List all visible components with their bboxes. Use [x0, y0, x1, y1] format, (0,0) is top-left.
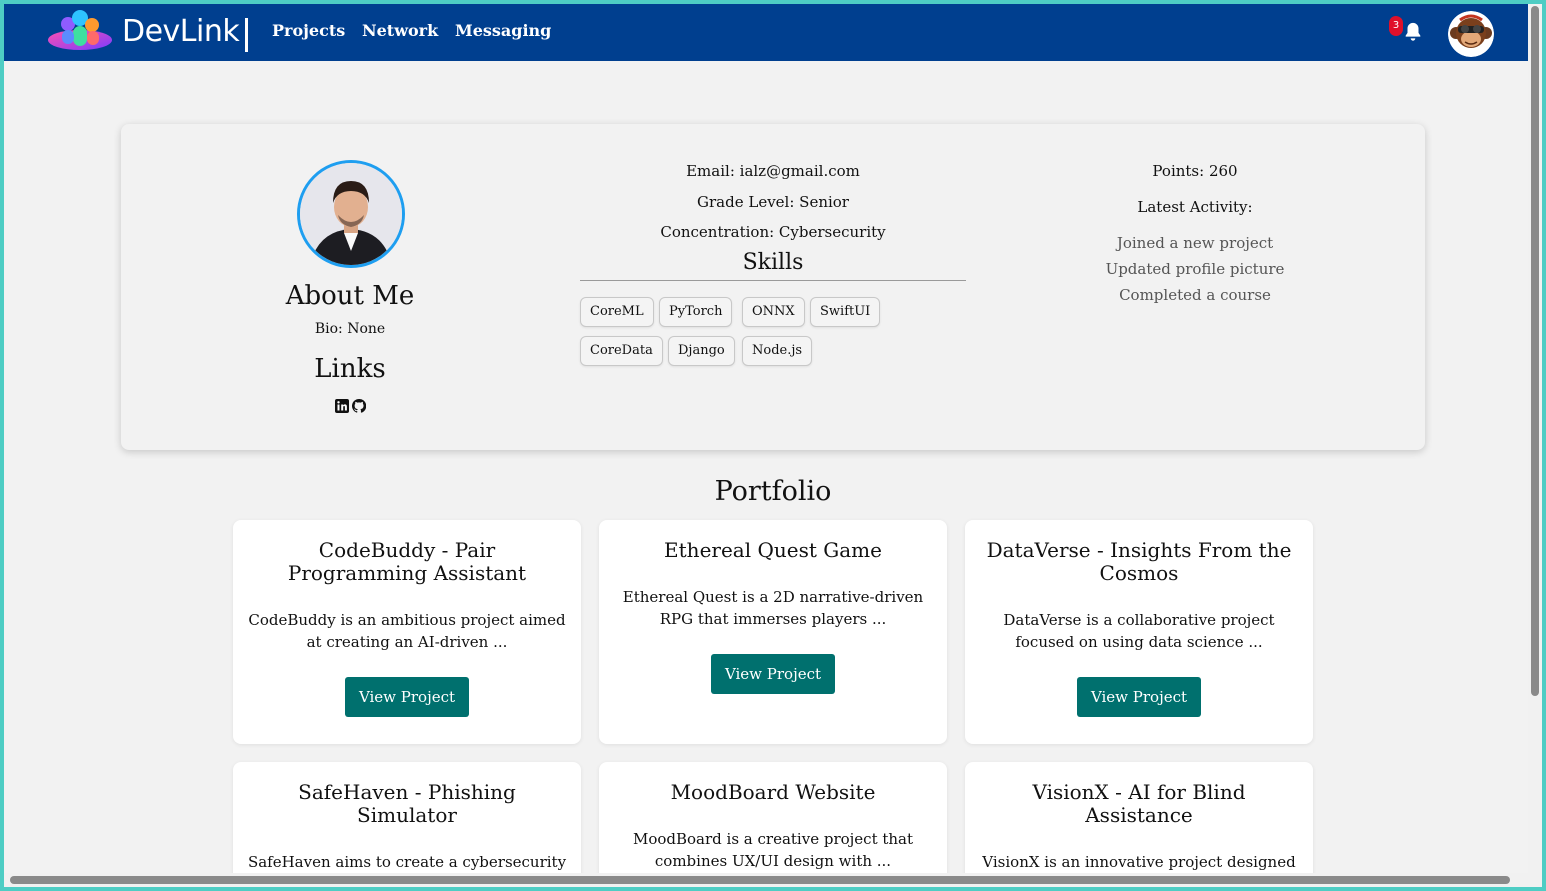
portfolio-heading: Portfolio: [714, 476, 832, 507]
project-card-moodboard: MoodBoard Website MoodBoard is a creativ…: [599, 762, 947, 882]
skills-divider: [580, 280, 966, 281]
concentration-text: Concentration: Cybersecurity: [660, 223, 886, 241]
project-description: DataVerse is a collaborative project foc…: [1003, 611, 1275, 651]
vertical-scroll-thumb[interactable]: [1531, 6, 1539, 696]
project-card-ethereal-quest: Ethereal Quest Game Ethereal Quest is a …: [599, 520, 947, 744]
project-description: Ethereal Quest is a 2D narrative-driven …: [622, 588, 924, 628]
links-icons: [335, 398, 367, 413]
activity-item: Updated profile picture: [1105, 260, 1285, 278]
horizontal-scroll-thumb[interactable]: [10, 876, 1510, 884]
latest-activity-heading: Latest Activity:: [1137, 198, 1253, 216]
view-project-button[interactable]: View Project: [711, 654, 835, 694]
email-text: Email: ialz@gmail.com: [686, 162, 860, 180]
about-me-heading: About Me: [285, 281, 415, 311]
horizontal-scrollbar[interactable]: [4, 873, 1528, 887]
brand-divider: [245, 18, 248, 52]
monkey-avatar-icon: [1448, 11, 1494, 57]
skill-chip: CoreData: [580, 336, 663, 366]
project-card-safehaven: SafeHaven - Phishing Simulator SafeHaven…: [233, 762, 581, 882]
profile-person-icon: [300, 163, 402, 265]
skill-chip: Django: [668, 336, 735, 366]
project-description: MoodBoard is a creative project that com…: [632, 830, 914, 870]
view-project-button[interactable]: View Project: [1077, 677, 1201, 717]
top-navbar: DevLink Projects Network Messaging 3: [4, 4, 1528, 61]
activity-item: Joined a new project: [1116, 234, 1274, 252]
github-icon[interactable]: [351, 398, 367, 413]
nav-link-projects[interactable]: Projects: [272, 21, 345, 40]
app-window: DevLink Projects Network Messaging 3 Abo…: [4, 4, 1542, 887]
bell-icon[interactable]: [1402, 21, 1424, 43]
skill-chip: Node.js: [742, 336, 813, 366]
view-project-button[interactable]: View Project: [345, 677, 469, 717]
project-card-dataverse: DataVerse - Insights From the Cosmos Dat…: [965, 520, 1313, 744]
vertical-scrollbar[interactable]: [1528, 4, 1542, 887]
skill-chip: CoreML: [580, 297, 654, 327]
profile-photo: [297, 160, 405, 268]
linkedin-icon[interactable]: [335, 398, 349, 413]
skill-chip: ONNX: [742, 297, 805, 327]
links-heading: Links: [314, 354, 386, 384]
grade-level-text: Grade Level: Senior: [697, 192, 849, 211]
project-title: DataVerse - Insights From the Cosmos: [986, 538, 1292, 585]
nav-link-messaging[interactable]: Messaging: [455, 21, 551, 40]
project-title: Ethereal Quest Game: [664, 538, 882, 562]
project-title: VisionX - AI for Blind Assistance: [1032, 780, 1246, 827]
project-title: MoodBoard Website: [670, 780, 876, 804]
notification-badge: 3: [1389, 16, 1403, 36]
project-card-visionx: VisionX - AI for Blind Assistance Vision…: [965, 762, 1313, 882]
nav-link-network[interactable]: Network: [362, 21, 438, 40]
skill-chip: PyTorch: [659, 297, 733, 327]
project-description: CodeBuddy is an ambitious project aimed …: [248, 611, 566, 651]
points-text: Points: 260: [1152, 162, 1238, 180]
profile-card: About Me Bio: None Links Email: ialz@gma…: [121, 124, 1425, 450]
activity-item: Completed a course: [1119, 286, 1271, 304]
project-title: CodeBuddy - Pair Programming Assistant: [287, 538, 527, 585]
activity-list: Joined a new project Updated profile pic…: [1075, 234, 1315, 312]
project-title: SafeHaven - Phishing Simulator: [298, 780, 516, 827]
brand-name[interactable]: DevLink: [122, 14, 240, 49]
bio-text: Bio: None: [314, 321, 386, 337]
contact-info: Email: ialz@gmail.com Grade Level: Senio…: [580, 162, 966, 254]
project-card-codebuddy: CodeBuddy - Pair Programming Assistant C…: [233, 520, 581, 744]
devlink-logo-icon[interactable]: [46, 8, 114, 56]
skill-chip: SwiftUI: [810, 297, 881, 327]
skills-heading: Skills: [742, 250, 804, 275]
user-avatar[interactable]: [1448, 11, 1494, 57]
